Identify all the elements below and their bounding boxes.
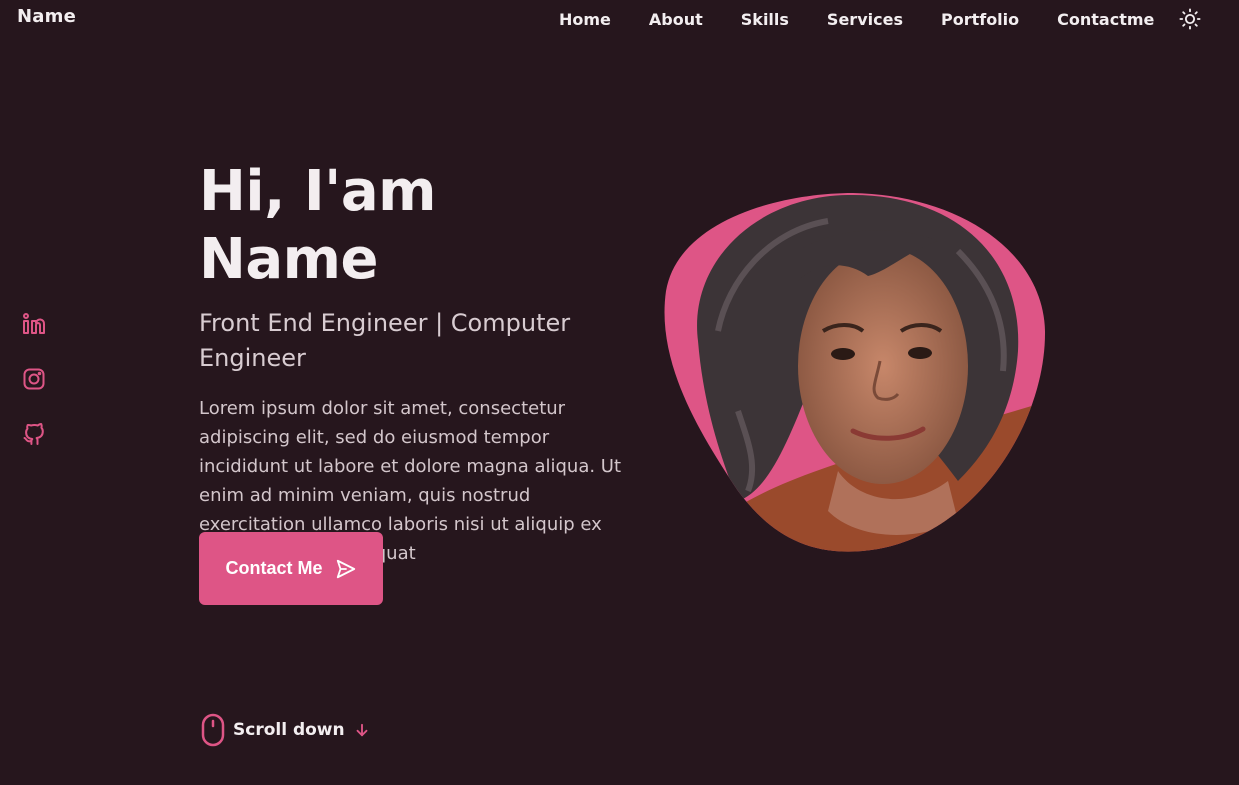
send-icon <box>336 559 355 578</box>
nav-portfolio[interactable]: Portfolio <box>941 10 1019 29</box>
nav-about[interactable]: About <box>649 10 703 29</box>
arrow-down-icon <box>356 723 368 737</box>
social-links <box>22 312 46 446</box>
logo[interactable]: Name <box>17 6 76 27</box>
github-icon <box>23 423 44 445</box>
scroll-down-label: Scroll down <box>233 720 345 740</box>
instagram-icon <box>23 368 45 390</box>
nav-contactme[interactable]: Contactme <box>1057 10 1154 29</box>
linkedin-icon <box>23 313 45 334</box>
nav-services[interactable]: Services <box>827 10 903 29</box>
header: Name Home About Skills Services Portfoli… <box>0 0 1239 36</box>
linkedin-link[interactable] <box>22 312 46 336</box>
profile-photo <box>664 193 1046 552</box>
sun-icon <box>1179 8 1201 30</box>
contact-me-button[interactable]: Contact Me <box>199 532 383 605</box>
main-nav: Home About Skills Services Portfolio Con… <box>559 8 1201 30</box>
mouse-icon <box>201 713 225 747</box>
hero-title: Hi, I'am Name <box>199 159 436 292</box>
instagram-link[interactable] <box>22 367 46 391</box>
nav-home[interactable]: Home <box>559 10 611 29</box>
github-link[interactable] <box>22 422 46 446</box>
hero-subtitle: Front End Engineer | Computer Engineer <box>199 309 571 372</box>
scroll-down[interactable]: Scroll down <box>201 713 371 747</box>
theme-toggle-button[interactable] <box>1179 8 1201 30</box>
hero-text: Hi, I'am Name Front End Engineer | Compu… <box>199 158 629 568</box>
contact-button-label: Contact Me <box>225 558 323 578</box>
nav-skills[interactable]: Skills <box>741 10 789 29</box>
